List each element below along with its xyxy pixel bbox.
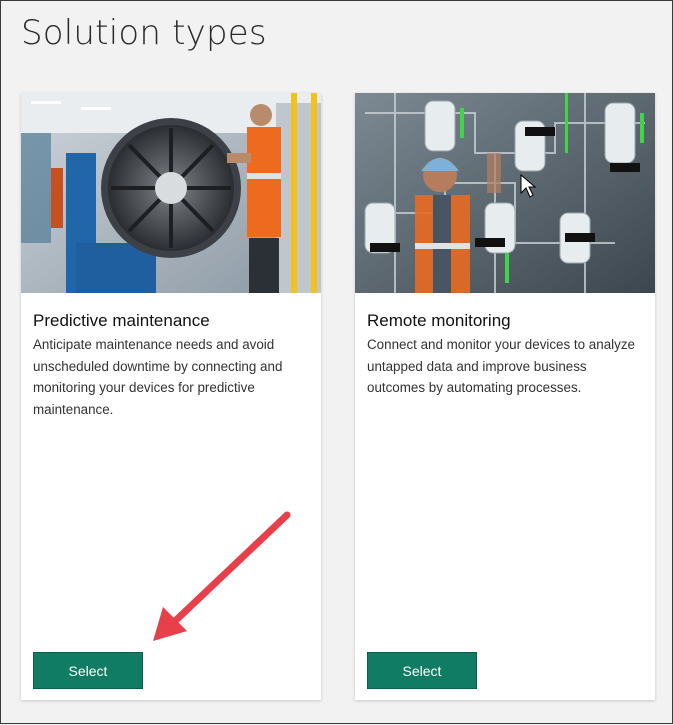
- select-button-remote-monitoring[interactable]: Select: [367, 652, 477, 689]
- card-title: Remote monitoring: [367, 311, 511, 330]
- card-description: Anticipate maintenance needs and avoid u…: [33, 337, 283, 417]
- page-title: Solution types: [21, 13, 267, 53]
- solution-card-remote-monitoring[interactable]: Remote monitoring Connect and monitor yo…: [355, 93, 655, 700]
- solution-card-predictive-maintenance[interactable]: Predictive maintenance Anticipate mainte…: [21, 93, 321, 700]
- predictive-maintenance-image: [21, 93, 321, 293]
- remote-monitoring-image: [355, 93, 655, 293]
- window-frame: Solution types Predictive maintenance An…: [0, 0, 673, 724]
- card-title: Predictive maintenance: [33, 311, 210, 330]
- card-description: Connect and monitor your devices to anal…: [367, 337, 635, 395]
- select-button-predictive-maintenance[interactable]: Select: [33, 652, 143, 689]
